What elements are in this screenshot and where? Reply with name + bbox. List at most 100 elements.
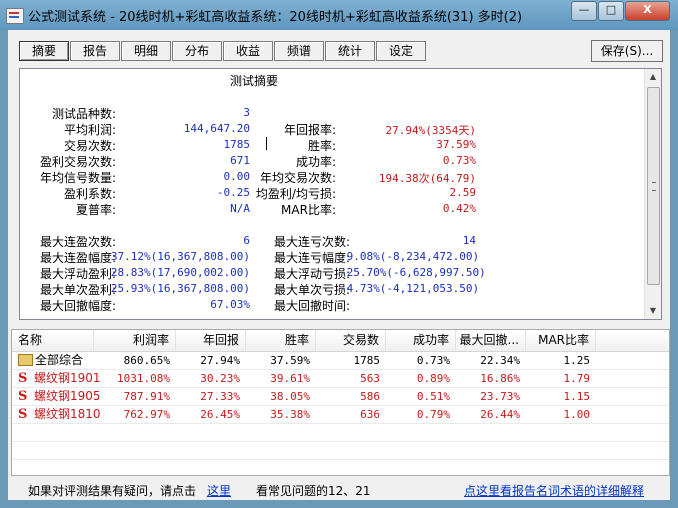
- table-cell: 1785: [353, 354, 381, 367]
- summary-value: 28.83%(17,690,002.00): [110, 266, 250, 279]
- summary-value: -25.70%(-6,628,997.50): [340, 266, 486, 279]
- table-cell: 38.05%: [270, 390, 310, 403]
- summary-label: 最大连亏幅度:: [273, 251, 350, 265]
- table-cell: 1.79: [563, 372, 591, 385]
- summary-scrollbar[interactable]: ▲ ▼: [644, 69, 661, 319]
- main-panel: 摘要 报告 明细 分布 收益 频谱 统计 设定 保存(S)... 测试摘要 测试…: [8, 30, 670, 500]
- tab-detail[interactable]: 明细: [121, 41, 171, 61]
- window-title: 公式测试系统 - 20线时机+彩虹高收益系统：20线时机+彩虹高收益系统(31)…: [28, 10, 523, 25]
- scroll-up-icon[interactable]: ▲: [645, 69, 661, 85]
- table-cell: 586: [360, 390, 380, 403]
- table-cell: 0.79%: [416, 408, 450, 421]
- results-table: 名称 利润率 年回报 胜率 交易数 成功率 最大回撤... MAR比率 全部综合…: [11, 329, 670, 476]
- summary-value: 194.38次(64.79): [378, 172, 476, 185]
- table-cell: 636: [360, 408, 380, 421]
- summary-value: 671: [230, 154, 250, 167]
- table-cell: 860.65%: [123, 354, 170, 367]
- table-row[interactable]: 全部综合 860.65% 27.94% 37.59% 1785 0.73% 22…: [12, 352, 669, 369]
- summary-value: 27.94%(3354天): [385, 124, 476, 137]
- table-header: 名称 利润率 年回报 胜率 交易数 成功率 最大回撤... MAR比率: [12, 330, 669, 352]
- faq-link[interactable]: 这里: [207, 482, 231, 499]
- summary-value: 0.73%: [442, 154, 476, 167]
- table-cell: 0.89%: [416, 372, 450, 385]
- glossary-link[interactable]: 点这里看报告名词术语的详细解释: [464, 482, 644, 499]
- column-header[interactable]: 利润率: [94, 330, 176, 351]
- tab-summary[interactable]: 摘要: [19, 41, 69, 61]
- row-name: 螺纹钢1810: [34, 407, 101, 421]
- tab-report[interactable]: 报告: [70, 41, 120, 61]
- tab-returns[interactable]: 收益: [223, 41, 273, 61]
- summary-label: 夏普率:: [75, 203, 116, 217]
- table-cell: 0.73%: [416, 354, 450, 367]
- column-header[interactable]: 交易数: [316, 330, 386, 351]
- column-header[interactable]: 最大回撤...: [456, 330, 526, 351]
- column-header[interactable]: 成功率: [386, 330, 456, 351]
- close-button[interactable]: X: [625, 1, 670, 21]
- table-cell: 39.61%: [270, 372, 310, 385]
- summary-label: 最大单次亏损:: [273, 283, 350, 297]
- summary-label: 均盈利/均亏损:: [255, 187, 336, 201]
- row-divider: [12, 459, 669, 460]
- summary-label: 胜率:: [307, 139, 336, 153]
- save-button[interactable]: 保存(S)...: [591, 40, 663, 62]
- column-header[interactable]: MAR比率: [526, 330, 596, 351]
- table-cell: 37.59%: [270, 354, 310, 367]
- table-cell: 26.45%: [200, 408, 240, 421]
- summary-label: 测试品种数:: [51, 107, 116, 121]
- summary-label: 成功率:: [295, 155, 336, 169]
- table-cell: 762.97%: [123, 408, 170, 421]
- table-row[interactable]: S 螺纹钢1901 1031.08% 30.23% 39.61% 563 0.89…: [12, 370, 669, 387]
- row-name: 螺纹钢1901: [34, 371, 101, 385]
- table-cell: 1.25: [563, 354, 591, 367]
- app-icon: [6, 8, 24, 24]
- footer-text: 看常见问题的12、21: [256, 484, 371, 498]
- summary-value: 0.00: [223, 170, 251, 183]
- column-header[interactable]: 胜率: [246, 330, 316, 351]
- s-icon: S: [18, 389, 28, 404]
- table-cell: 1.00: [563, 408, 591, 421]
- scroll-down-icon[interactable]: ▼: [645, 303, 661, 319]
- summary-value: 2.59: [449, 186, 477, 199]
- table-cell: 1031.08%: [117, 372, 170, 385]
- table-cell: 27.94%: [200, 354, 240, 367]
- summary-value: 37.12%(16,367,808.00): [110, 250, 250, 263]
- table-row[interactable]: S 螺纹钢1905 787.91% 27.33% 38.05% 586 0.51%…: [12, 388, 669, 405]
- footer-text: 如果对评测结果有疑问，请点击: [28, 484, 197, 498]
- table-cell: 23.73%: [480, 390, 520, 403]
- summary-value: 3: [243, 106, 250, 119]
- table-cell: 30.23%: [200, 372, 240, 385]
- summary-value: 0.42%: [442, 202, 476, 215]
- summary-value: 37.59%: [436, 138, 476, 151]
- footer: 如果对评测结果有疑问，请点击 这里 看常见问题的12、21 点这里看报告名词术语…: [8, 478, 670, 500]
- tab-settings[interactable]: 设定: [376, 41, 426, 61]
- table-cell: 787.91%: [123, 390, 170, 403]
- summary-label: 年回报率:: [283, 123, 336, 137]
- summary-value: 144,647.20: [183, 122, 250, 135]
- table-cell: 26.44%: [480, 408, 520, 421]
- minimize-button[interactable]: —: [571, 1, 597, 21]
- folder-icon: [18, 353, 33, 366]
- summary-label: MAR比率:: [281, 203, 336, 217]
- table-row[interactable]: S 螺纹钢1810 762.97% 26.45% 35.38% 636 0.79%…: [12, 406, 669, 423]
- tab-spectrum[interactable]: 频谱: [274, 41, 324, 61]
- column-header[interactable]: 年回报: [176, 330, 246, 351]
- summary-label: 最大连亏次数:: [273, 235, 350, 249]
- table-cell: 35.38%: [270, 408, 310, 421]
- table-cell: 27.33%: [200, 390, 240, 403]
- summary-value: 25.93%(16,367,808.00): [110, 282, 250, 295]
- summary-label: 交易次数:: [63, 139, 116, 153]
- tab-statistics[interactable]: 统计: [325, 41, 375, 61]
- summary-label: 平均利润:: [63, 123, 116, 137]
- column-header[interactable]: 名称: [12, 330, 94, 351]
- grip-icon: [652, 182, 656, 191]
- row-divider: [12, 441, 669, 442]
- row-name: 全部综合: [35, 353, 84, 367]
- table-cell: 1.15: [563, 390, 591, 403]
- title-bar: 公式测试系统 - 20线时机+彩虹高收益系统：20线时机+彩虹高收益系统(31)…: [0, 0, 678, 30]
- summary-title: 测试摘要: [230, 74, 279, 88]
- scroll-thumb[interactable]: [647, 87, 660, 285]
- summary-value: N/A: [230, 202, 250, 215]
- maximize-button[interactable]: □: [598, 1, 624, 21]
- row-divider: [12, 423, 669, 424]
- tab-distribution[interactable]: 分布: [172, 41, 222, 61]
